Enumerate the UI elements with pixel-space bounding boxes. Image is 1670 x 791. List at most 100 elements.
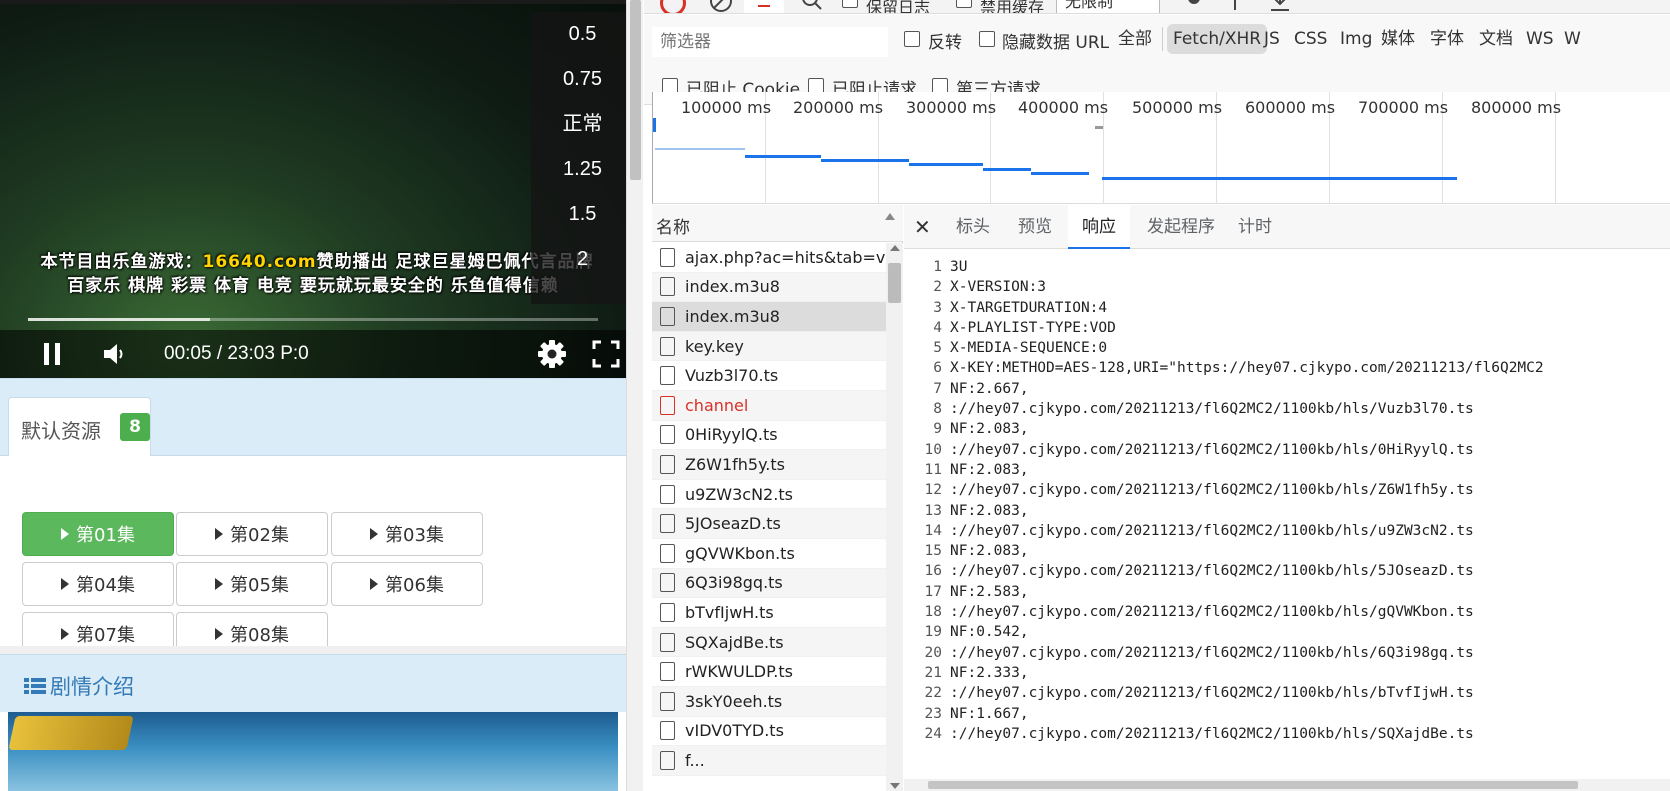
volume-button[interactable]: [94, 330, 134, 378]
timeline-request-bar: [1031, 172, 1089, 175]
request-row[interactable]: rWKWULDP.ts: [652, 657, 886, 687]
response-horizontal-scrollbar[interactable]: [904, 779, 1670, 791]
request-list-scrollbar[interactable]: [886, 243, 903, 791]
episode-button[interactable]: 第05集: [176, 562, 328, 606]
filter-toggle-button[interactable]: [744, 0, 784, 13]
page-scrollbar-track-top: [630, 0, 641, 180]
type-filter-doc[interactable]: 文档: [1475, 24, 1517, 54]
type-filter-all[interactable]: 全部: [1114, 24, 1156, 54]
episode-button[interactable]: 第03集: [331, 512, 483, 556]
episode-button[interactable]: 第06集: [331, 562, 483, 606]
line-number: 2: [933, 279, 942, 296]
clear-icon[interactable]: [708, 0, 734, 14]
type-filter-js[interactable]: JS: [1260, 24, 1284, 54]
type-filter-img[interactable]: Img: [1336, 24, 1376, 54]
tab-response[interactable]: 响应: [1068, 205, 1130, 249]
request-row[interactable]: bTvfIjwH.ts: [652, 598, 886, 628]
close-icon[interactable]: ✕: [914, 215, 931, 239]
speed-option[interactable]: 2: [531, 237, 626, 282]
request-row[interactable]: f...: [652, 746, 886, 776]
invert-checkbox[interactable]: [904, 31, 920, 47]
hide-data-urls-checkbox[interactable]: [979, 31, 995, 47]
request-list: ajax.php?ac=hits&tab=vo... index.m3u8 inde…: [652, 243, 886, 791]
type-filter-wasm[interactable]: W: [1560, 24, 1585, 54]
code-line: 6 X-KEY:METHOD=AES-128,URI="https://hey07…: [904, 358, 1670, 378]
page-scrollbar[interactable]: [626, 0, 643, 791]
episode-button[interactable]: 第01集: [22, 512, 174, 556]
timeline-tick-label: 200000 ms: [793, 98, 884, 117]
request-row[interactable]: key.key: [652, 331, 886, 362]
type-filter-css[interactable]: CSS: [1290, 24, 1331, 54]
request-row[interactable]: Z6W1fh5y.ts: [652, 450, 886, 480]
tab-headers[interactable]: 标头: [946, 205, 1000, 249]
request-row[interactable]: SQXajdBe.ts: [652, 627, 886, 658]
tab-default-resource[interactable]: 默认资源 8: [8, 397, 151, 457]
scrollbar-thumb[interactable]: [928, 781, 1578, 789]
video-player[interactable]: 本节目由乐鱼游戏：16640.com赞助播出 足球巨星姆巴佩代言品牌 百家乐 棋…: [0, 0, 626, 378]
type-filter-media[interactable]: 媒体: [1377, 24, 1419, 54]
request-row[interactable]: 6Q3i98gq.ts: [652, 568, 886, 599]
scroll-down-icon[interactable]: [890, 783, 900, 789]
play-icon: [61, 628, 70, 640]
timeline-tick-label: 800000 ms: [1471, 98, 1562, 117]
line-text: X-KEY:METHOD=AES-128,URI="https://hey07.…: [950, 360, 1544, 377]
filter-input[interactable]: [652, 27, 888, 57]
code-line: 14://hey07.cjkypo.com/20211213/fl6Q2MC2/…: [904, 521, 1670, 541]
episode-button[interactable]: 第02集: [176, 512, 328, 556]
request-row[interactable]: vIDV0TYD.ts: [652, 717, 886, 747]
request-name: key.key: [685, 336, 744, 356]
speed-option[interactable]: 0.5: [531, 12, 626, 57]
episode-button[interactable]: 第04集: [22, 562, 174, 606]
preserve-log-checkbox[interactable]: [842, 0, 858, 8]
request-name: f...: [685, 750, 705, 770]
name-column-header[interactable]: 名称: [652, 205, 903, 242]
disable-cache-checkbox[interactable]: [956, 0, 972, 8]
request-row[interactable]: ajax.php?ac=hits&tab=vo...: [652, 243, 886, 273]
progress-bar[interactable]: [28, 318, 598, 321]
speed-option[interactable]: 1.5: [531, 192, 626, 237]
line-number: 21: [924, 664, 942, 681]
search-icon[interactable]: [800, 0, 824, 14]
request-row[interactable]: Vuzb3l70.ts: [652, 361, 886, 391]
scroll-up-icon[interactable]: [890, 245, 900, 251]
request-row[interactable]: 0HiRyylQ.ts: [652, 421, 886, 451]
line-number: 10: [924, 441, 942, 458]
throttle-select[interactable]: 无限制: [1056, 0, 1160, 13]
record-icon[interactable]: [660, 0, 686, 13]
tab-initiator[interactable]: 发起程序: [1138, 205, 1224, 249]
request-row[interactable]: 3skY0eeh.ts: [652, 686, 886, 717]
synopsis-image: [8, 712, 618, 791]
request-row[interactable]: u9ZW3cN2.ts: [652, 480, 886, 510]
settings-button[interactable]: [532, 330, 572, 378]
tab-timing[interactable]: 计时: [1228, 205, 1282, 249]
play-icon: [215, 578, 224, 590]
fullscreen-button[interactable]: [586, 330, 626, 378]
request-row[interactable]: gQVWKbon.ts: [652, 539, 886, 569]
speed-option[interactable]: 正常: [531, 102, 626, 147]
code-line: 9 NF:2.083,: [904, 419, 1670, 439]
scrollbar-thumb[interactable]: [888, 263, 901, 303]
line-text: NF:2.333,: [950, 664, 1029, 681]
code-line: 4 X-PLAYLIST-TYPE:VOD: [904, 318, 1670, 338]
request-row[interactable]: 5JOseazD.ts: [652, 509, 886, 539]
type-filter-ws[interactable]: WS: [1522, 24, 1558, 54]
network-settings-icon[interactable]: [1182, 0, 1206, 12]
request-row[interactable]: index.m3u8: [652, 272, 886, 303]
type-filter-fetch-xhr[interactable]: Fetch/XHR: [1167, 24, 1268, 54]
download-icon[interactable]: [1268, 0, 1292, 14]
upload-icon[interactable]: [1234, 0, 1236, 10]
timeline-tick-label: 600000 ms: [1245, 98, 1336, 117]
type-filter-font[interactable]: 字体: [1426, 24, 1468, 54]
network-overview-timeline[interactable]: 100000 ms 200000 ms 300000 ms 400000 ms …: [652, 92, 1670, 204]
speed-option[interactable]: 1.25: [531, 147, 626, 192]
request-row[interactable]: channel: [652, 390, 886, 421]
file-icon: [660, 425, 675, 445]
code-line: 8://hey07.cjkypo.com/20211213/fl6Q2MC2/1…: [904, 399, 1670, 419]
line-number: 18: [924, 604, 942, 621]
file-icon: [660, 395, 675, 415]
tab-preview[interactable]: 预览: [1008, 205, 1062, 249]
speed-option[interactable]: 0.75: [531, 57, 626, 102]
request-row[interactable]: index.m3u8: [652, 302, 886, 332]
detail-tab-bar: ✕ 标头 预览 响应 发起程序 计时: [904, 205, 1670, 249]
pause-button[interactable]: [32, 330, 72, 378]
